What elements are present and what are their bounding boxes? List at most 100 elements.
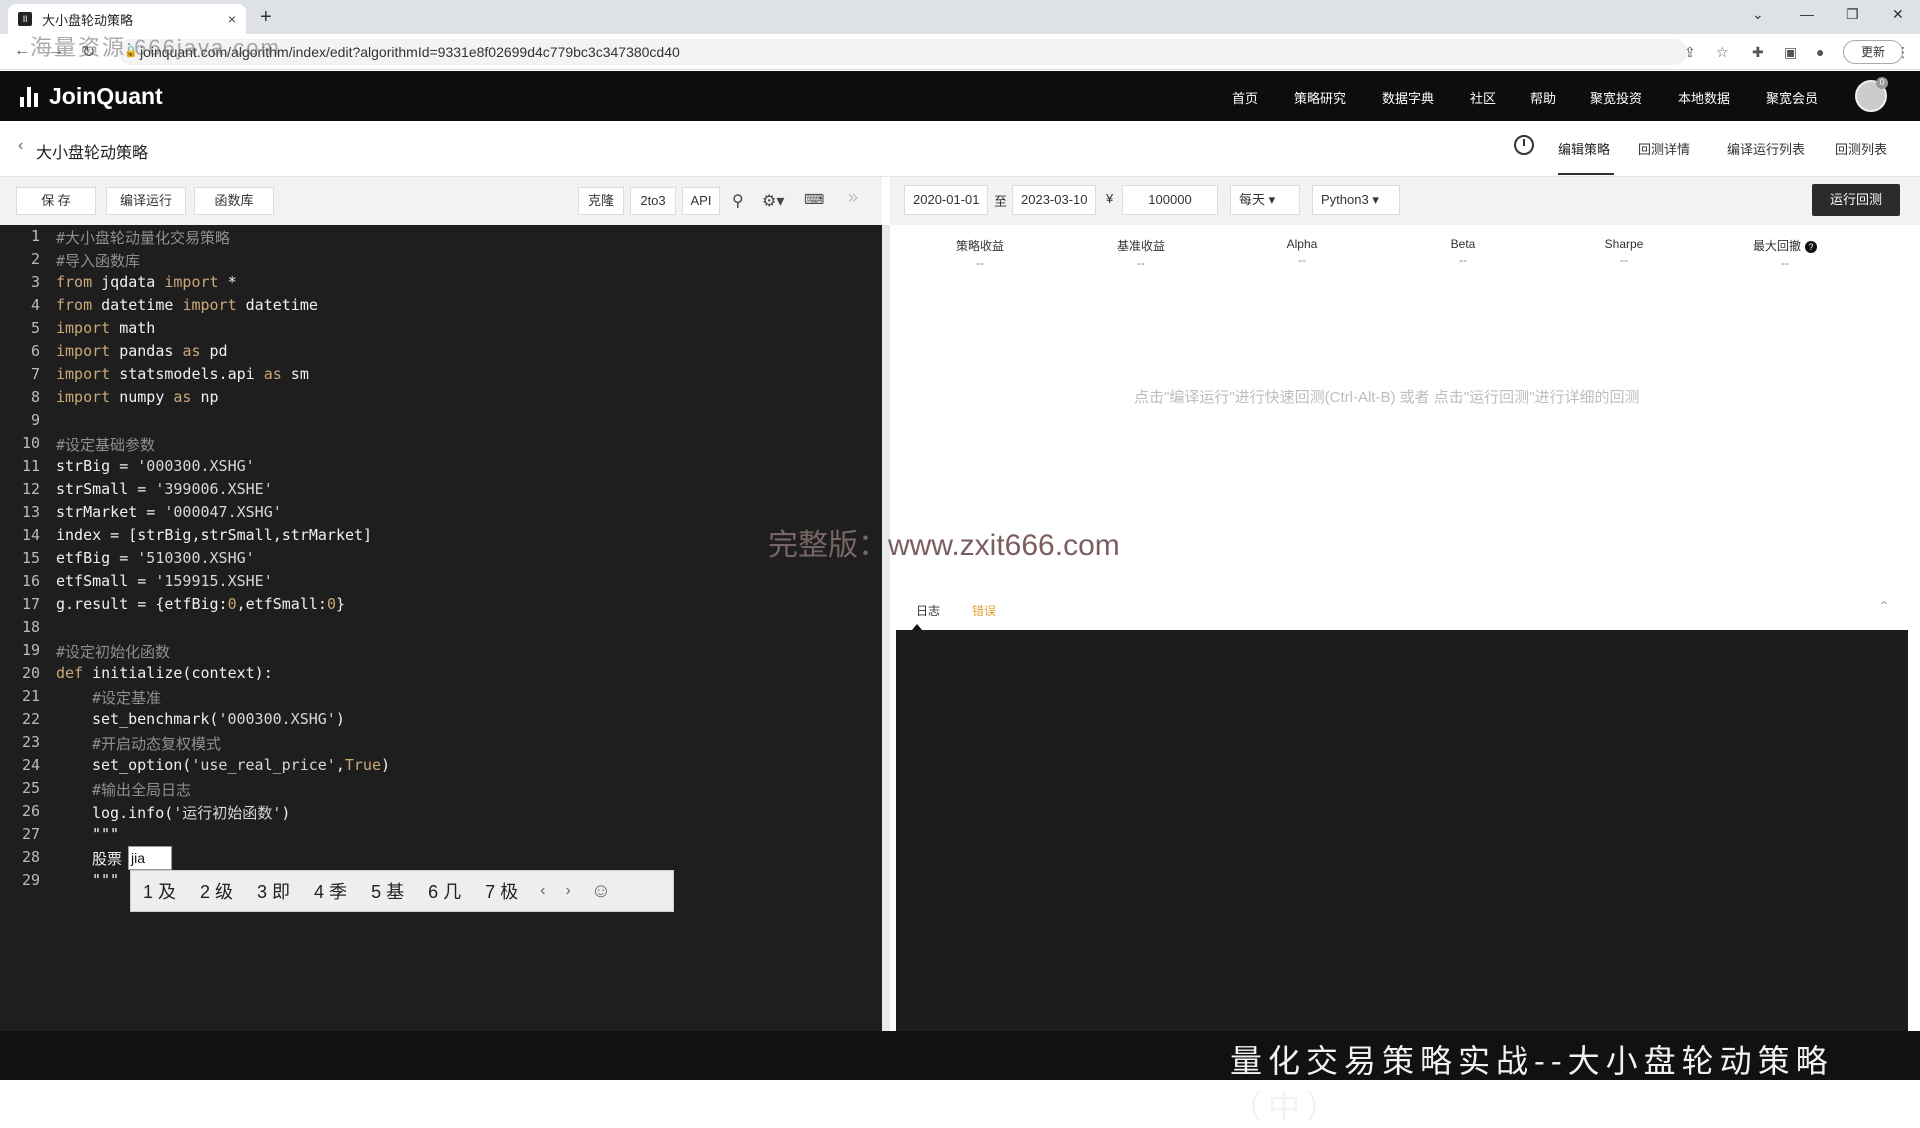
editor-toolbar: 保 存 编译运行 函数库 克隆 2to3 API ⚲ ⚙▾ ⌨ » [0,177,882,225]
gear-icon[interactable]: ⚙▾ [762,191,784,211]
metric-value: -- [1298,253,1306,267]
capital-input[interactable]: 100000 [1122,185,1218,215]
run-backtest-button[interactable]: 运行回测 [1812,184,1900,216]
close-window-icon[interactable]: ✕ [1892,6,1904,23]
panel-splitter[interactable] [882,225,890,1031]
line-number: 21 [21,687,40,705]
restore-icon[interactable]: ❐ [1846,6,1859,23]
tab-log[interactable]: 日志 [916,602,940,619]
minimize-icon[interactable]: — [1800,6,1814,22]
python-version-select[interactable]: Python3 ▾ [1312,185,1400,215]
code-text: 股票 [92,850,123,868]
currency-symbol: ¥ [1106,191,1114,206]
code-string: '运行初始函数' [173,804,282,822]
nav-data-dictionary[interactable]: 数据字典 [1382,88,1434,107]
tab-compile-run-list[interactable]: 编译运行列表 [1727,139,1805,158]
line-number: 27 [21,825,40,843]
code-keyword: import [164,273,219,291]
metric-value: -- [1620,253,1628,267]
tab-edit-strategy[interactable]: 编辑策略 [1558,139,1610,158]
metric-sharpe: Sharpe -- [1574,237,1674,267]
collapse-panel-icon[interactable]: » [848,187,858,208]
search-icon[interactable]: ⚲ [732,191,744,211]
ime-candidate[interactable]: 5 基 [371,878,404,904]
tab-search-icon[interactable]: ⌄ [1752,6,1764,23]
code-line: strMarket = '000047.XSHG' [56,503,282,521]
end-date-field[interactable]: 2023-03-10 [1012,185,1096,215]
tab-backtest-list[interactable]: 回测列表 [1835,139,1887,158]
nav-membership[interactable]: 聚宽会员 [1766,88,1818,107]
log-console[interactable] [896,630,1908,1031]
ime-candidate[interactable]: 7 极 [485,878,518,904]
code-comment: #设定基准 [92,689,162,707]
nav-joinquant-invest[interactable]: 聚宽投资 [1590,88,1642,107]
address-bar[interactable]: 🔒 joinquant.com/algorithm/index/edit?alg… [118,39,1688,65]
update-button[interactable]: 更新 [1843,40,1903,64]
ime-next-icon[interactable]: › [565,882,570,900]
2to3-button[interactable]: 2to3 [630,187,676,215]
line-number: 19 [21,641,40,659]
code-line: log.info('运行初始函数') [92,802,290,823]
bookmark-star-icon[interactable]: ☆ [1716,44,1729,61]
promo-url: www.zxit666.com [888,529,1120,562]
ime-candidate[interactable]: 6 几 [428,878,461,904]
code-keyword: as [263,365,282,383]
metric-value: -- [1781,256,1789,270]
profile-icon[interactable]: ● [1816,44,1824,60]
share-icon[interactable]: ⇪ [1684,44,1696,61]
close-tab-icon[interactable]: × [228,11,236,27]
nav-local-data[interactable]: 本地数据 [1678,88,1730,107]
python-version-value: Python3 [1321,192,1369,207]
keyboard-icon[interactable]: ⌨ [804,191,824,208]
collapse-up-icon[interactable]: ⌃ [1878,598,1890,615]
ime-candidate[interactable]: 1 及 [143,878,176,904]
code-string: '000300.XSHG' [218,710,336,728]
video-caption: 量化交易策略实战--大小盘轮动策略（中） [1230,1042,1834,1126]
joinquant-logo[interactable]: JoinQuant [20,83,163,110]
browser-toolbar: ← → ↻ 🔒 joinquant.com/algorithm/index/ed… [0,34,1920,70]
function-library-button[interactable]: 函数库 [194,187,274,215]
emoji-icon[interactable]: ☺ [591,880,611,903]
compile-run-button[interactable]: 编译运行 [106,187,186,215]
code-text: ) [281,804,291,822]
back-arrow-icon[interactable]: ← [14,42,30,60]
code-line: strSmall = '399006.XSHE' [56,480,273,498]
extensions-puzzle-icon[interactable]: ✚ [1752,44,1764,61]
nav-community[interactable]: 社区 [1470,88,1496,107]
tab-backtest-detail[interactable]: 回测详情 [1638,139,1690,158]
backtest-hint: 点击"编译运行"进行快速回测(Ctrl-Alt-B) 或者 点击"运行回测"进行… [1134,389,1640,406]
code-text: set_option( [92,756,192,774]
back-chevron-icon[interactable]: ‹ [18,137,23,155]
ime-prev-icon[interactable]: ‹ [540,882,545,900]
metric-benchmark-return: 基准收益 -- [1091,237,1191,270]
side-panel-icon[interactable]: ▣ [1784,44,1797,61]
new-tab-button[interactable]: + [260,6,272,29]
ime-candidate[interactable]: 3 即 [257,878,290,904]
browser-menu-icon[interactable]: ⋮ [1896,44,1910,61]
frequency-select[interactable]: 每天 ▾ [1230,185,1300,215]
code-line: """ [92,825,119,843]
clone-button[interactable]: 克隆 [578,187,624,215]
code-line: 股票 [92,848,122,869]
tab-errors[interactable]: 错误 [972,602,996,619]
code-text: datetime [236,296,318,314]
timer-icon[interactable] [1514,135,1534,155]
nav-home[interactable]: 首页 [1232,88,1258,107]
ime-candidate[interactable]: 2 级 [200,878,233,904]
line-number: 1 [30,227,40,245]
code-text: ) [335,710,345,728]
line-number: 12 [21,480,40,498]
code-text: statsmodels.api [110,365,264,383]
code-text: strBig = [56,457,138,475]
code-keyword: import [56,388,111,406]
start-date-field[interactable]: 2020-01-01 [904,185,988,215]
code-text: jqdata [92,273,165,291]
nav-help[interactable]: 帮助 [1530,88,1556,107]
code-keyword: from [56,296,93,314]
nav-strategy-research[interactable]: 策略研究 [1294,88,1346,107]
save-button[interactable]: 保 存 [16,187,96,215]
api-button[interactable]: API [682,187,720,215]
notification-badge: 0 [1876,77,1888,89]
ime-candidate[interactable]: 4 季 [314,878,347,904]
help-icon[interactable]: ? [1805,240,1817,253]
